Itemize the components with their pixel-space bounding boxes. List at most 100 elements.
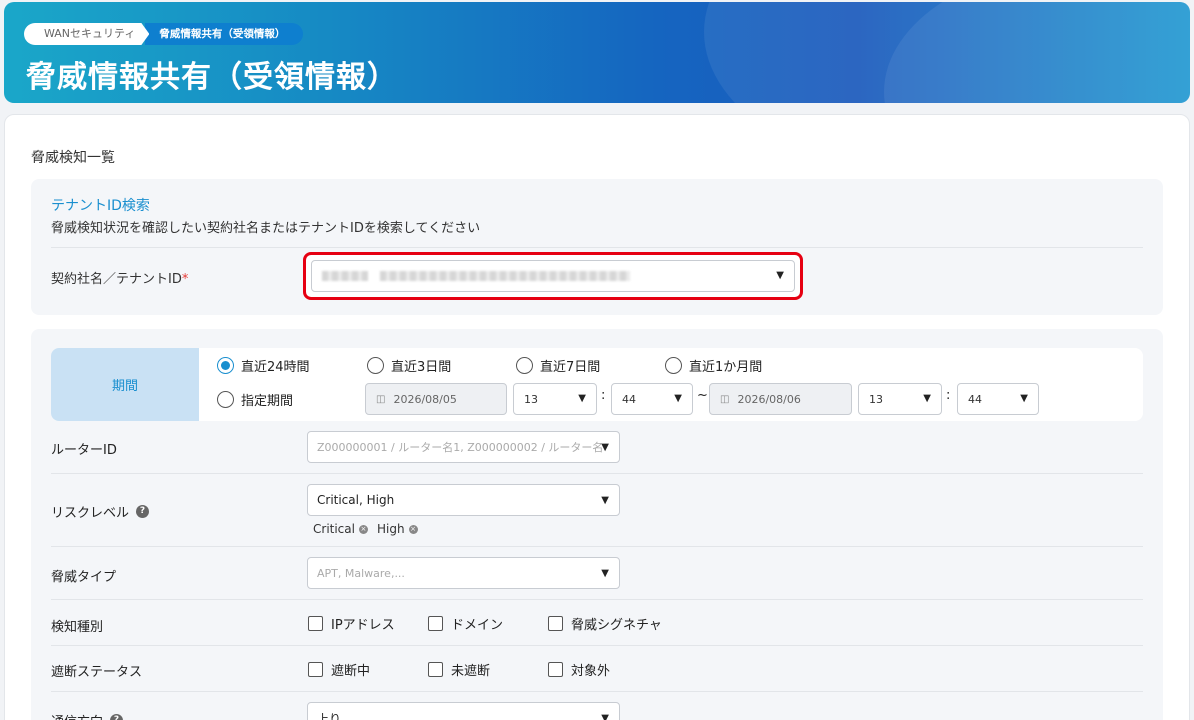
direction-value: 上り <box>317 711 342 720</box>
header-decoration <box>884 2 1190 103</box>
detect-kind-label: 検知種別 <box>51 616 103 635</box>
end-minute-select[interactable]: 44 ▼ <box>957 383 1039 415</box>
checkbox-icon <box>548 662 563 677</box>
chevron-down-icon: ▼ <box>674 393 682 404</box>
help-icon[interactable]: ? <box>110 714 124 720</box>
chip-label: Critical <box>313 522 355 536</box>
chip-label: High <box>377 522 405 536</box>
tenant-select-highlight: ▼ <box>303 252 803 300</box>
chevron-down-icon: ▼ <box>1020 393 1028 404</box>
risk-level-label-text: リスクレベル <box>51 506 130 521</box>
radio-icon <box>516 357 533 374</box>
radio-last-24h[interactable]: 直近24時間 <box>217 356 310 375</box>
time-colon: : <box>946 388 951 403</box>
radio-icon <box>665 357 682 374</box>
start-date-value: 2026/08/05 <box>393 392 457 406</box>
required-mark: * <box>181 272 189 287</box>
chevron-down-icon: ▼ <box>601 495 609 506</box>
main-card: 脅威検知一覧 テナントID検索 脅威検知状況を確認したい契約社名またはテナントI… <box>4 114 1190 720</box>
breadcrumb-item-current: 脅威情報共有（受領情報） <box>145 23 304 45</box>
threat-type-label-text: 脅威タイプ <box>51 570 117 585</box>
divider <box>51 473 1143 474</box>
radio-last-3d[interactable]: 直近3日間 <box>367 356 451 375</box>
checkbox-icon <box>308 616 323 631</box>
checkbox-blocking[interactable]: 遮断中 <box>308 660 370 679</box>
divider <box>51 645 1143 646</box>
checkbox-threat-signature[interactable]: 脅威シグネチャ <box>548 614 662 633</box>
risk-chip-critical: Critical × <box>313 522 368 536</box>
redacted-text <box>380 271 630 281</box>
checkbox-label: ドメイン <box>451 618 504 633</box>
breadcrumb: WANセキュリティ 脅威情報共有（受領情報） <box>24 23 304 45</box>
divider <box>51 691 1143 692</box>
risk-chip-high: High × <box>377 522 418 536</box>
tenant-select[interactable]: ▼ <box>311 260 795 292</box>
start-minute-select[interactable]: 44 ▼ <box>611 383 693 415</box>
risk-level-select[interactable]: Critical, High ▼ <box>307 484 620 516</box>
direction-label: 通信方向? <box>51 711 124 720</box>
start-hour-select[interactable]: 13 ▼ <box>513 383 597 415</box>
tenant-field-label-text: 契約社名／テナントID <box>51 272 182 287</box>
remove-chip-icon[interactable]: × <box>408 524 418 534</box>
checkbox-label: IPアドレス <box>331 618 395 633</box>
divider <box>51 247 1143 248</box>
checkbox-label: 未遮断 <box>451 664 491 679</box>
section-title: 脅威検知一覧 <box>31 150 115 166</box>
radio-label: 直近7日間 <box>540 360 601 375</box>
checkbox-icon <box>548 616 563 631</box>
radio-label: 指定期間 <box>241 394 294 409</box>
period-label: 期間 <box>51 348 199 421</box>
block-status-label-text: 遮断ステータス <box>51 665 143 680</box>
chevron-down-icon: ▼ <box>923 393 931 404</box>
tenant-search-panel: テナントID検索 脅威検知状況を確認したい契約社名またはテナントIDを検索してく… <box>31 179 1163 315</box>
chevron-down-icon: ▼ <box>776 270 784 281</box>
time-colon: : <box>601 388 606 403</box>
threat-type-label: 脅威タイプ <box>51 566 116 585</box>
end-hour-select[interactable]: 13 ▼ <box>858 383 942 415</box>
radio-selected-icon <box>217 357 234 374</box>
tenant-field-label: 契約社名／テナントID* <box>51 268 188 287</box>
threat-type-placeholder: APT, Malware,... <box>317 566 405 580</box>
radio-custom-range[interactable]: 指定期間 <box>217 390 293 409</box>
end-date-input[interactable]: ◫ 2026/08/06 <box>709 383 852 415</box>
checkbox-domain[interactable]: ドメイン <box>428 614 503 633</box>
page-header: WANセキュリティ 脅威情報共有（受領情報） 脅威情報共有（受領情報） <box>4 2 1190 103</box>
checkbox-label: 対象外 <box>571 664 611 679</box>
end-hour-value: 13 <box>869 392 883 406</box>
radio-label: 直近1か月間 <box>689 360 763 375</box>
direction-select[interactable]: 上り ▼ <box>307 702 620 720</box>
divider <box>51 546 1143 547</box>
checkbox-not-blocked[interactable]: 未遮断 <box>428 660 490 679</box>
radio-last-1m[interactable]: 直近1か月間 <box>665 356 762 375</box>
direction-label-text: 通信方向 <box>51 711 103 720</box>
checkbox-label: 脅威シグネチャ <box>571 618 662 633</box>
start-minute-value: 44 <box>622 392 636 406</box>
page-title: 脅威情報共有（受領情報） <box>26 60 398 95</box>
calendar-icon: ◫ <box>720 393 730 405</box>
tenant-search-heading: テナントID検索 <box>51 198 150 214</box>
range-tilde: ~ <box>697 388 708 403</box>
router-id-select[interactable]: Z000000001 / ルーター名1, Z000000002 / ルーター名 ▼ <box>307 431 620 463</box>
checkbox-icon <box>428 662 443 677</box>
router-id-placeholder: Z000000001 / ルーター名1, Z000000002 / ルーター名 <box>317 441 604 454</box>
checkbox-ip-address[interactable]: IPアドレス <box>308 614 395 633</box>
end-minute-value: 44 <box>968 392 982 406</box>
help-icon[interactable]: ? <box>136 505 150 518</box>
start-hour-value: 13 <box>524 392 538 406</box>
router-id-label-text: ルーターID <box>51 443 117 458</box>
remove-chip-icon[interactable]: × <box>358 524 368 534</box>
breadcrumb-item-wan-security[interactable]: WANセキュリティ <box>24 23 149 45</box>
checkbox-icon <box>428 616 443 631</box>
radio-icon <box>367 357 384 374</box>
risk-level-label: リスクレベル? <box>51 502 150 521</box>
chevron-down-icon: ▼ <box>578 393 586 404</box>
end-date-value: 2026/08/06 <box>737 392 801 406</box>
checkbox-icon <box>308 662 323 677</box>
radio-last-7d[interactable]: 直近7日間 <box>516 356 600 375</box>
checkbox-out-of-scope[interactable]: 対象外 <box>548 660 610 679</box>
divider <box>51 599 1143 600</box>
chevron-down-icon: ▼ <box>601 568 609 579</box>
start-date-input[interactable]: ◫ 2026/08/05 <box>365 383 507 415</box>
period-row: 期間 直近24時間 直近3日間 直近7日間 直近1か月間 指定期間 ◫ 2026/… <box>51 348 1143 421</box>
threat-type-select[interactable]: APT, Malware,... ▼ <box>307 557 620 589</box>
